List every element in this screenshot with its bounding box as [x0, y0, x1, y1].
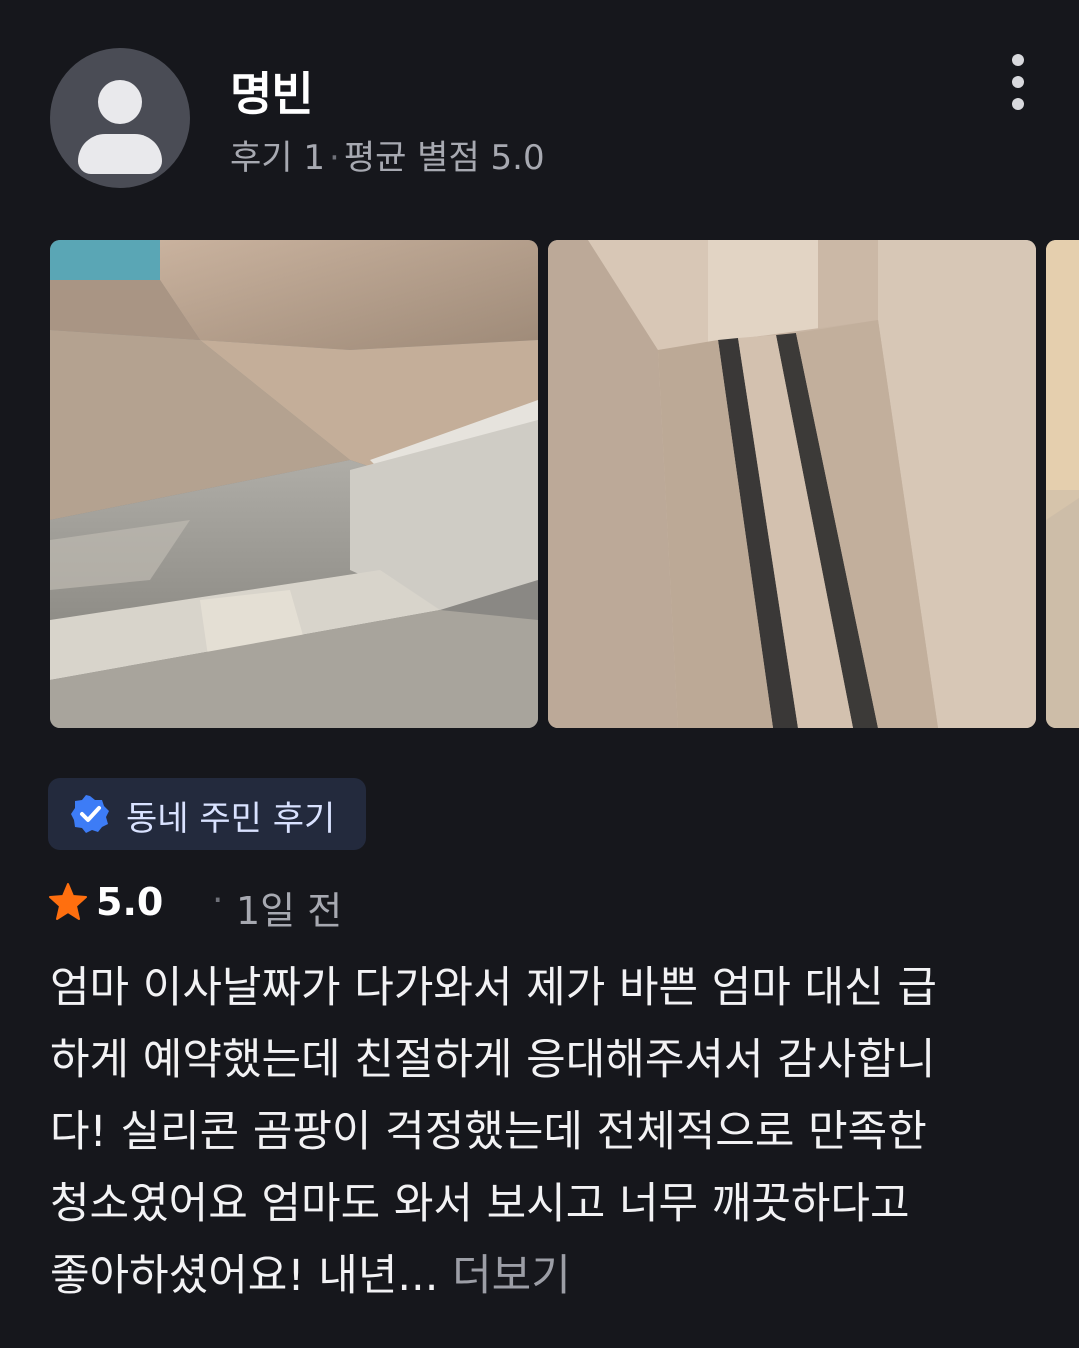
review-count: 후기 1: [230, 138, 325, 178]
verified-check-icon: [71, 795, 109, 833]
review-time-ago: 1일 전: [236, 889, 343, 933]
review-line: 좋아하셨어요! 내년...: [50, 1251, 439, 1301]
badge-label: 동네 주민 후기: [126, 799, 336, 839]
reviewer-name[interactable]: 명빈: [230, 58, 314, 124]
review-line: 청소였어요 엄마도 와서 보시고 너무 깨끗하다고: [50, 1179, 910, 1229]
review-line: 엄마 이사날짜가 다가와서 제가 바쁜 엄마 대신 급: [50, 963, 937, 1013]
review-photo-3[interactable]: [1046, 240, 1079, 728]
review-photo-1[interactable]: [50, 240, 538, 728]
read-more-link[interactable]: 더보기: [452, 1251, 571, 1301]
review-line-last: 좋아하셨어요! 내년... 더보기: [50, 1240, 1040, 1312]
separator-dot: ·: [329, 138, 340, 178]
reviewer-meta: 후기 1 · 평균 별점 5.0: [230, 130, 545, 179]
star-icon: [49, 883, 87, 920]
separator-dot: ·: [212, 880, 224, 921]
review-text: 엄마 이사날짜가 다가와서 제가 바쁜 엄마 대신 급 하게 예약했는데 친절하…: [50, 952, 1040, 1312]
review-line: 다! 실리콘 곰팡이 걱정했는데 전체적으로 만족한: [50, 1107, 927, 1157]
avatar-body-shape: [78, 134, 162, 174]
review-photos-carousel[interactable]: [50, 240, 1079, 728]
more-options-icon[interactable]: [1000, 48, 1036, 118]
rating-score: 5.0: [96, 880, 164, 924]
review-line: 하게 예약했는데 친절하게 응대해주셔서 감사합니: [50, 1035, 936, 1085]
avatar-head-shape: [98, 80, 142, 124]
avatar[interactable]: [50, 48, 190, 188]
review-photo-2[interactable]: [548, 240, 1036, 728]
reviewer-header: 명빈 후기 1 · 평균 별점 5.0: [0, 0, 1079, 220]
neighborhood-review-badge: 동네 주민 후기: [48, 778, 366, 850]
average-rating: 평균 별점 5.0: [343, 138, 545, 178]
